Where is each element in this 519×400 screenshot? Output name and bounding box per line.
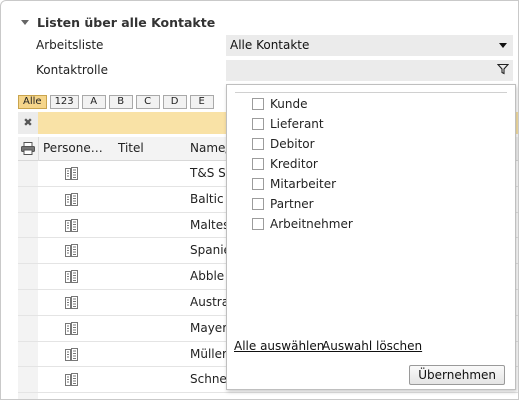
building-icon bbox=[65, 218, 78, 235]
building-icon bbox=[65, 347, 78, 364]
arbeitsliste-label: Arbeitsliste bbox=[36, 38, 104, 52]
option-arbeitnehmer[interactable]: Arbeitnehmer bbox=[252, 217, 353, 231]
option-partner[interactable]: Partner bbox=[252, 197, 314, 211]
clear-selection-link[interactable]: Auswahl löschen bbox=[322, 339, 422, 353]
checkbox[interactable] bbox=[252, 218, 264, 230]
letter-tab-alle[interactable]: Alle bbox=[18, 95, 47, 109]
apply-button[interactable]: Übernehmen bbox=[409, 365, 505, 385]
option-debitor[interactable]: Debitor bbox=[252, 137, 315, 151]
row-name: Mayer bbox=[190, 320, 228, 335]
option-lieferant[interactable]: Lieferant bbox=[252, 117, 324, 131]
option-kunde[interactable]: Kunde bbox=[252, 97, 307, 111]
checkbox[interactable] bbox=[252, 138, 264, 150]
row-name: Schnei bbox=[190, 372, 231, 387]
column-header-persone[interactable]: Persone… bbox=[43, 141, 103, 155]
option-kreditor[interactable]: Kreditor bbox=[252, 157, 318, 171]
row-name: Abble bbox=[190, 269, 225, 284]
letter-tab-e[interactable]: E bbox=[189, 95, 214, 109]
arbeitsliste-value: Alle Kontakte bbox=[230, 38, 310, 52]
checkbox[interactable] bbox=[252, 158, 264, 170]
row-name: Müller bbox=[190, 346, 227, 361]
building-icon bbox=[65, 321, 78, 338]
column-separator bbox=[38, 137, 39, 161]
building-icon bbox=[65, 244, 78, 260]
section-title: Listen über alle Kontakte bbox=[37, 15, 216, 30]
letter-filter-bar: Alle 123 A B C D E bbox=[18, 95, 214, 109]
section-header[interactable]: Listen über alle Kontakte bbox=[21, 15, 215, 30]
column-header-titel[interactable]: Titel bbox=[118, 141, 144, 155]
checkbox[interactable] bbox=[252, 118, 264, 130]
filter-icon[interactable] bbox=[497, 63, 509, 75]
window: Listen über alle Kontakte Arbeitsliste A… bbox=[0, 0, 519, 400]
option-mitarbeiter[interactable]: Mitarbeiter bbox=[252, 177, 336, 191]
letter-tab-123[interactable]: 123 bbox=[49, 95, 79, 109]
kontaktrolle-label: Kontaktrolle bbox=[36, 63, 108, 77]
column-header-name[interactable]: Name/ bbox=[190, 141, 229, 155]
letter-tab-a[interactable]: A bbox=[81, 95, 106, 109]
building-icon bbox=[65, 270, 78, 286]
checkbox[interactable] bbox=[252, 178, 264, 190]
building-icon bbox=[65, 167, 78, 183]
letter-tab-d[interactable]: D bbox=[162, 95, 187, 109]
letter-tab-b[interactable]: B bbox=[108, 95, 133, 109]
checkbox[interactable] bbox=[252, 98, 264, 110]
clear-filter-icon[interactable]: ✖ bbox=[18, 112, 38, 134]
kontaktrolle-select[interactable] bbox=[226, 60, 513, 81]
building-icon bbox=[65, 295, 78, 312]
checkbox[interactable] bbox=[252, 198, 264, 210]
select-all-link[interactable]: Alle auswählen bbox=[234, 339, 324, 353]
building-icon bbox=[65, 192, 78, 209]
arbeitsliste-select[interactable]: Alle Kontakte bbox=[226, 35, 513, 56]
collapse-triangle-icon[interactable] bbox=[21, 20, 29, 25]
kontaktrolle-dropdown-panel: Kunde Lieferant Debitor Kreditor Mitarbe… bbox=[226, 84, 516, 390]
divider bbox=[235, 92, 507, 93]
letter-tab-c[interactable]: C bbox=[135, 95, 160, 109]
building-icon bbox=[65, 373, 78, 389]
printer-icon[interactable] bbox=[21, 142, 35, 155]
row-name: Spanie bbox=[190, 243, 231, 258]
chevron-down-icon bbox=[499, 43, 507, 48]
